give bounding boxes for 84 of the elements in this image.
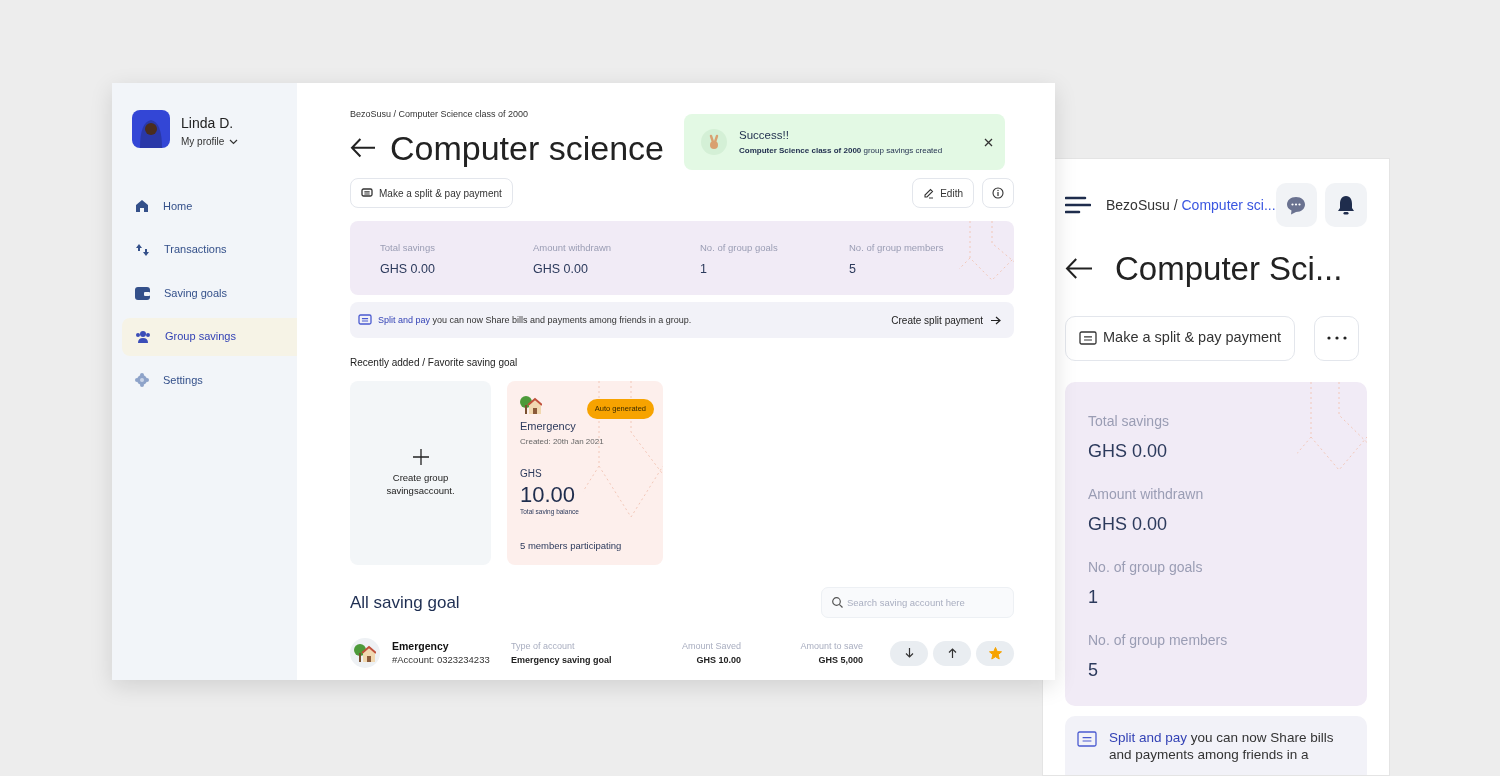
menu-icon[interactable]	[1065, 196, 1091, 214]
arrow-right-icon	[991, 315, 1001, 325]
stat-label: No. of group goals	[700, 241, 779, 256]
members-count: 5 members participating	[520, 538, 623, 553]
close-icon[interactable]	[984, 137, 993, 147]
currency-label: GHS	[520, 466, 543, 481]
wallet-icon	[135, 286, 150, 300]
account-number: #Account: 0323234233	[392, 653, 491, 668]
page-title: Computer Sci...	[1115, 249, 1343, 289]
toast-message: Computer Science class of 2000 group savings created	[739, 144, 944, 157]
arrow-up-icon	[947, 648, 957, 659]
created-date: Created: 20th Jan 2021	[520, 435, 605, 448]
page-title: Computer science	[390, 127, 664, 169]
plus-icon	[412, 449, 429, 466]
goal-name: Emergency	[392, 639, 450, 654]
split-pay-button[interactable]: Make a split & pay payment	[350, 178, 513, 209]
sidebar-item[interactable]: Transactions	[122, 230, 297, 269]
stat-label: Total savings	[1088, 411, 1170, 431]
more-icon	[1326, 336, 1347, 340]
stat-value: 5	[1088, 658, 1099, 682]
account-type: Emergency saving goal	[511, 654, 613, 668]
create-split-link[interactable]: Create split payment	[891, 312, 1001, 328]
group-icon	[135, 330, 151, 343]
stat-value: 1	[700, 260, 708, 278]
split-pay-button[interactable]: Make a split & pay payment	[1065, 315, 1296, 361]
column-label: Type of account	[511, 640, 576, 654]
breadcrumb: BezoSusu / Computer sci...	[1106, 195, 1276, 215]
stat-value: GHS 0.00	[533, 260, 589, 278]
goal-amount: 10.00	[520, 482, 577, 507]
transactions-icon	[135, 242, 150, 257]
banner-text: Split and pay you can now Share bills and payments among friends in a	[1109, 728, 1335, 763]
house-icon	[520, 395, 542, 416]
hand-icon	[701, 129, 727, 155]
stat-value: GHS 0.00	[1088, 512, 1169, 536]
section-title: All saving goal	[350, 592, 460, 615]
receipt-icon	[1079, 330, 1097, 346]
chat-icon	[1286, 195, 1307, 215]
sidebar-item[interactable]: Saving goals	[122, 274, 297, 312]
receipt-icon	[361, 188, 373, 199]
gear-icon	[135, 373, 149, 387]
back-arrow-icon[interactable]	[350, 138, 376, 158]
back-arrow-icon[interactable]	[1065, 258, 1093, 280]
edit-button[interactable]: Edith	[912, 178, 974, 209]
section-heading: Recently added / Favorite saving goal	[350, 356, 519, 371]
sidebar-item[interactable]: Settings	[122, 361, 297, 399]
stat-value: 5	[849, 260, 857, 278]
amount-to-save: GHS 5,000	[817, 654, 863, 668]
sidebar-item[interactable]: Home	[122, 187, 297, 225]
stat-label: No. of group members	[1088, 630, 1229, 650]
receipt-icon	[1077, 730, 1097, 748]
sidebar-item[interactable]: Group savings	[122, 317, 297, 356]
stat-label: No. of group members	[849, 241, 945, 256]
notifications-button[interactable]	[1325, 183, 1367, 227]
chat-button[interactable]	[1275, 183, 1318, 227]
create-group-card[interactable]: Create group savingsaccount.	[350, 381, 491, 566]
withdraw-button[interactable]	[890, 640, 928, 666]
toast-title: Success!!	[739, 128, 790, 144]
breadcrumb: BezoSusu / Computer Science class of 2000	[350, 108, 530, 121]
user-name: Linda D.	[181, 114, 235, 133]
amount-saved: GHS 10.00	[695, 654, 741, 668]
column-label: Amount to save	[799, 640, 863, 654]
home-icon	[135, 199, 149, 213]
arrow-down-icon	[904, 648, 914, 659]
avatar	[132, 110, 170, 148]
stat-label: Amount withdrawn	[1088, 484, 1205, 504]
profile-dropdown[interactable]: My profile	[181, 134, 239, 149]
stat-label: No. of group goals	[1088, 557, 1204, 577]
chevron-down-icon	[229, 138, 239, 145]
banner-text: Split and pay you can now Share bills and payments among friends in a group.	[378, 313, 692, 327]
goal-name: Emergency	[520, 419, 577, 435]
search-field[interactable]: Search saving account here	[821, 587, 1014, 619]
deposit-button[interactable]	[933, 640, 971, 666]
receipt-icon	[358, 314, 372, 327]
column-label: Amount Saved	[680, 640, 741, 654]
bell-icon	[1337, 195, 1356, 215]
stat-value: GHS 0.00	[380, 260, 436, 278]
stat-value: GHS 0.00	[1088, 439, 1169, 463]
stat-label: Amount withdrawn	[533, 241, 613, 256]
stat-label: Total savings	[380, 241, 436, 256]
info-icon	[992, 187, 1004, 200]
stat-value: 1	[1088, 585, 1099, 609]
search-icon	[832, 597, 843, 609]
info-button[interactable]	[982, 178, 1014, 209]
pencil-icon	[923, 187, 935, 199]
